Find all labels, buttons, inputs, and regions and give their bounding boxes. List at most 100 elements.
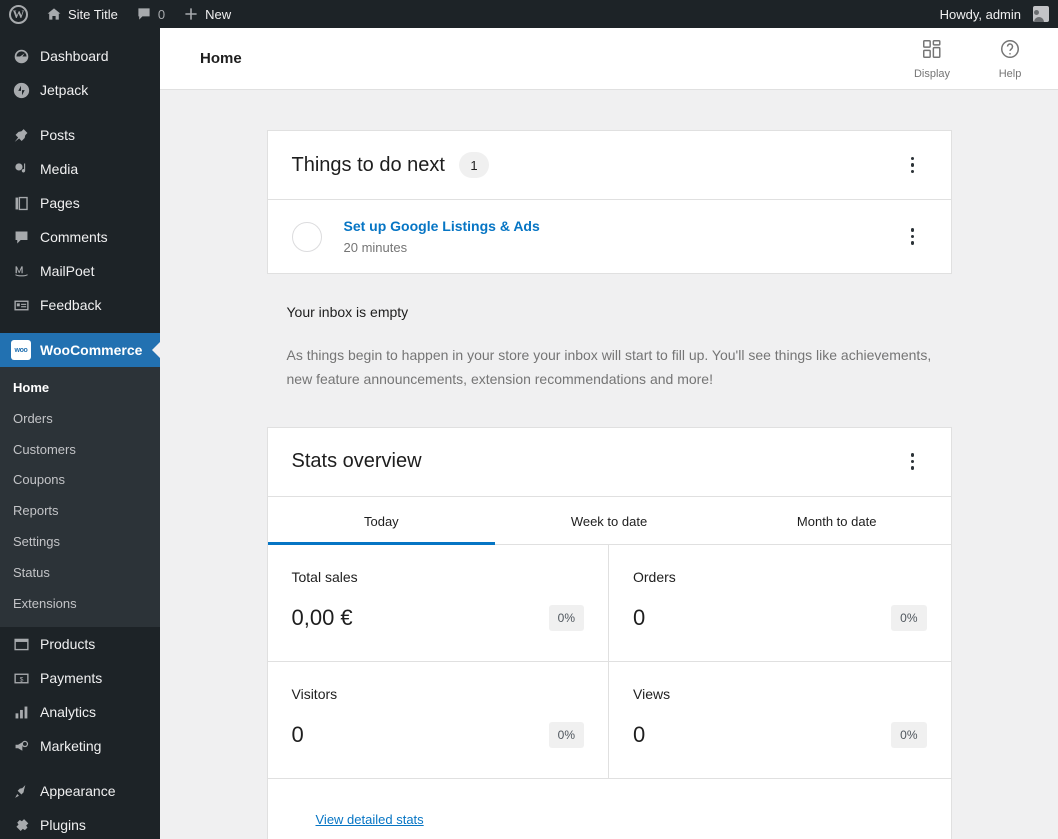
- woocommerce-icon: woo: [11, 340, 31, 360]
- menu-spacer: [0, 28, 160, 39]
- stats-card-header: Stats overview: [267, 428, 951, 497]
- sidebar-item-reports[interactable]: Reports: [0, 496, 160, 527]
- sidebar-item-extensions[interactable]: Extensions: [0, 589, 160, 620]
- megaphone-icon: [11, 736, 31, 756]
- tasks-card-title: Things to do next: [291, 153, 445, 176]
- menu-group-content: Posts Media Pages Comments MailPoet Feed…: [0, 118, 160, 322]
- help-button[interactable]: Help: [984, 38, 1036, 80]
- jetpack-icon: [11, 80, 31, 100]
- main-content: Things to do next 1 Set up Google Listin…: [160, 90, 1058, 839]
- home-icon: [46, 6, 62, 23]
- sidebar-item-payments[interactable]: $ Payments: [0, 661, 160, 695]
- task-checkbox-icon[interactable]: [291, 221, 322, 252]
- task-list-item[interactable]: Set up Google Listings & Ads 20 minutes: [268, 200, 951, 273]
- stat-row: 0 0%: [633, 721, 927, 748]
- sidebar-item-woocommerce[interactable]: woo WooCommerce: [0, 333, 160, 367]
- comment-bubble-icon: [136, 6, 152, 23]
- task-item-menu-icon[interactable]: [899, 223, 927, 251]
- inbox-section: Your inbox is empty As things begin to h…: [267, 274, 952, 392]
- stats-tabs: Today Week to date Month to date: [267, 497, 951, 545]
- comment-icon: [11, 227, 31, 247]
- sidebar-item-appearance[interactable]: Appearance: [0, 774, 160, 808]
- menu-group-store: Products $ Payments Analytics Marketing: [0, 627, 160, 763]
- sidebar-item-pages[interactable]: Pages: [0, 186, 160, 220]
- sidebar-item-settings[interactable]: Settings: [0, 527, 160, 558]
- comments-button[interactable]: 0: [127, 0, 174, 28]
- sidebar-item-status[interactable]: Status: [0, 558, 160, 589]
- tasks-card-menu-icon[interactable]: [899, 151, 927, 179]
- sidebar-item-posts[interactable]: Posts: [0, 118, 160, 152]
- sidebar-item-customers[interactable]: Customers: [0, 435, 160, 466]
- tab-today[interactable]: Today: [267, 497, 496, 545]
- layout-grid-icon: [921, 38, 943, 65]
- help-circle-icon: [999, 38, 1021, 65]
- task-text: Set up Google Listings & Ads 20 minutes: [344, 218, 540, 255]
- stats-grid: Total sales 0,00 € 0% Orders 0 0% Visito…: [267, 544, 951, 779]
- my-account-button[interactable]: Howdy, admin: [931, 0, 1058, 28]
- header-actions: Display Help: [906, 38, 1058, 80]
- stat-label: Total sales: [291, 568, 358, 585]
- site-title-button[interactable]: Site Title: [37, 0, 127, 28]
- sidebar-label: Feedback: [40, 297, 102, 313]
- sidebar-item-mailpoet[interactable]: MailPoet: [0, 254, 160, 288]
- stat-row: 0,00 € 0%: [291, 604, 584, 631]
- tasks-card-header: Things to do next 1: [267, 131, 951, 200]
- avatar: [1033, 6, 1049, 22]
- woocommerce-submenu: Home Orders Customers Coupons Reports Se…: [0, 367, 160, 628]
- site-title-label: Site Title: [68, 6, 118, 22]
- admin-bar: W Site Title 0 New Howdy, admin: [0, 0, 1058, 28]
- inbox-title: Your inbox is empty: [286, 304, 409, 320]
- page-header: Home Display Help: [160, 28, 1058, 90]
- stats-card-title: Stats overview: [291, 450, 422, 473]
- stats-card: Stats overview Today Week to date Month …: [266, 426, 952, 839]
- stat-value: 0: [291, 721, 304, 747]
- sidebar-label: Pages: [40, 195, 80, 211]
- stat-cell-views[interactable]: Views 0 0%: [609, 662, 951, 779]
- sidebar-item-analytics[interactable]: Analytics: [0, 695, 160, 729]
- stat-row: 0 0%: [633, 604, 927, 631]
- wordpress-logo-button[interactable]: W: [0, 0, 37, 28]
- task-link[interactable]: Set up Google Listings & Ads: [344, 218, 540, 234]
- sidebar-item-dashboard[interactable]: Dashboard: [0, 39, 160, 73]
- stat-label: Orders: [633, 568, 676, 585]
- pin-icon: [11, 125, 31, 145]
- media-icon: [11, 159, 31, 179]
- sidebar-item-marketing[interactable]: Marketing: [0, 729, 160, 763]
- sidebar-label: Posts: [40, 127, 76, 143]
- new-content-button[interactable]: New: [174, 0, 240, 28]
- inbox-body: As things begin to happen in your store …: [286, 347, 932, 387]
- menu-spacer: [0, 107, 160, 118]
- sidebar-item-feedback[interactable]: Feedback: [0, 288, 160, 322]
- stat-delta-badge: 0%: [548, 721, 584, 748]
- svg-text:$: $: [19, 676, 23, 683]
- tab-month-to-date[interactable]: Month to date: [723, 497, 951, 544]
- sidebar-item-coupons[interactable]: Coupons: [0, 465, 160, 496]
- sidebar-label: Media: [40, 161, 79, 177]
- sidebar-label: Comments: [40, 229, 108, 245]
- sidebar-item-comments[interactable]: Comments: [0, 220, 160, 254]
- stat-cell-visitors[interactable]: Visitors 0 0%: [267, 661, 609, 779]
- stat-cell-total-sales[interactable]: Total sales 0,00 € 0%: [267, 544, 609, 662]
- sidebar-label: Jetpack: [40, 82, 89, 98]
- display-label: Display: [913, 67, 951, 80]
- task-duration: 20 minutes: [343, 240, 408, 255]
- sidebar-item-plugins[interactable]: Plugins: [0, 808, 160, 839]
- sidebar-item-media[interactable]: Media: [0, 152, 160, 186]
- sidebar-item-home[interactable]: Home: [0, 373, 160, 404]
- sidebar-item-products[interactable]: Products: [0, 627, 160, 661]
- tab-week-to-date[interactable]: Week to date: [495, 497, 723, 544]
- content-column: Things to do next 1 Set up Google Listin…: [266, 130, 952, 839]
- appearance-icon: [11, 781, 31, 801]
- sidebar-item-orders[interactable]: Orders: [0, 404, 160, 435]
- sidebar-item-jetpack[interactable]: Jetpack: [0, 73, 160, 107]
- sidebar-label: WooCommerce: [40, 342, 143, 358]
- stat-value: 0,00 €: [291, 604, 353, 630]
- stats-card-menu-icon[interactable]: [899, 448, 927, 476]
- howdy-label: Howdy, admin: [939, 6, 1021, 22]
- sidebar-label: Marketing: [40, 738, 102, 755]
- display-button[interactable]: Display: [906, 38, 958, 80]
- view-detailed-stats-link[interactable]: View detailed stats: [316, 812, 424, 827]
- stat-cell-orders[interactable]: Orders 0 0%: [609, 545, 951, 662]
- plus-icon: [183, 6, 199, 23]
- plugins-icon: [11, 815, 31, 835]
